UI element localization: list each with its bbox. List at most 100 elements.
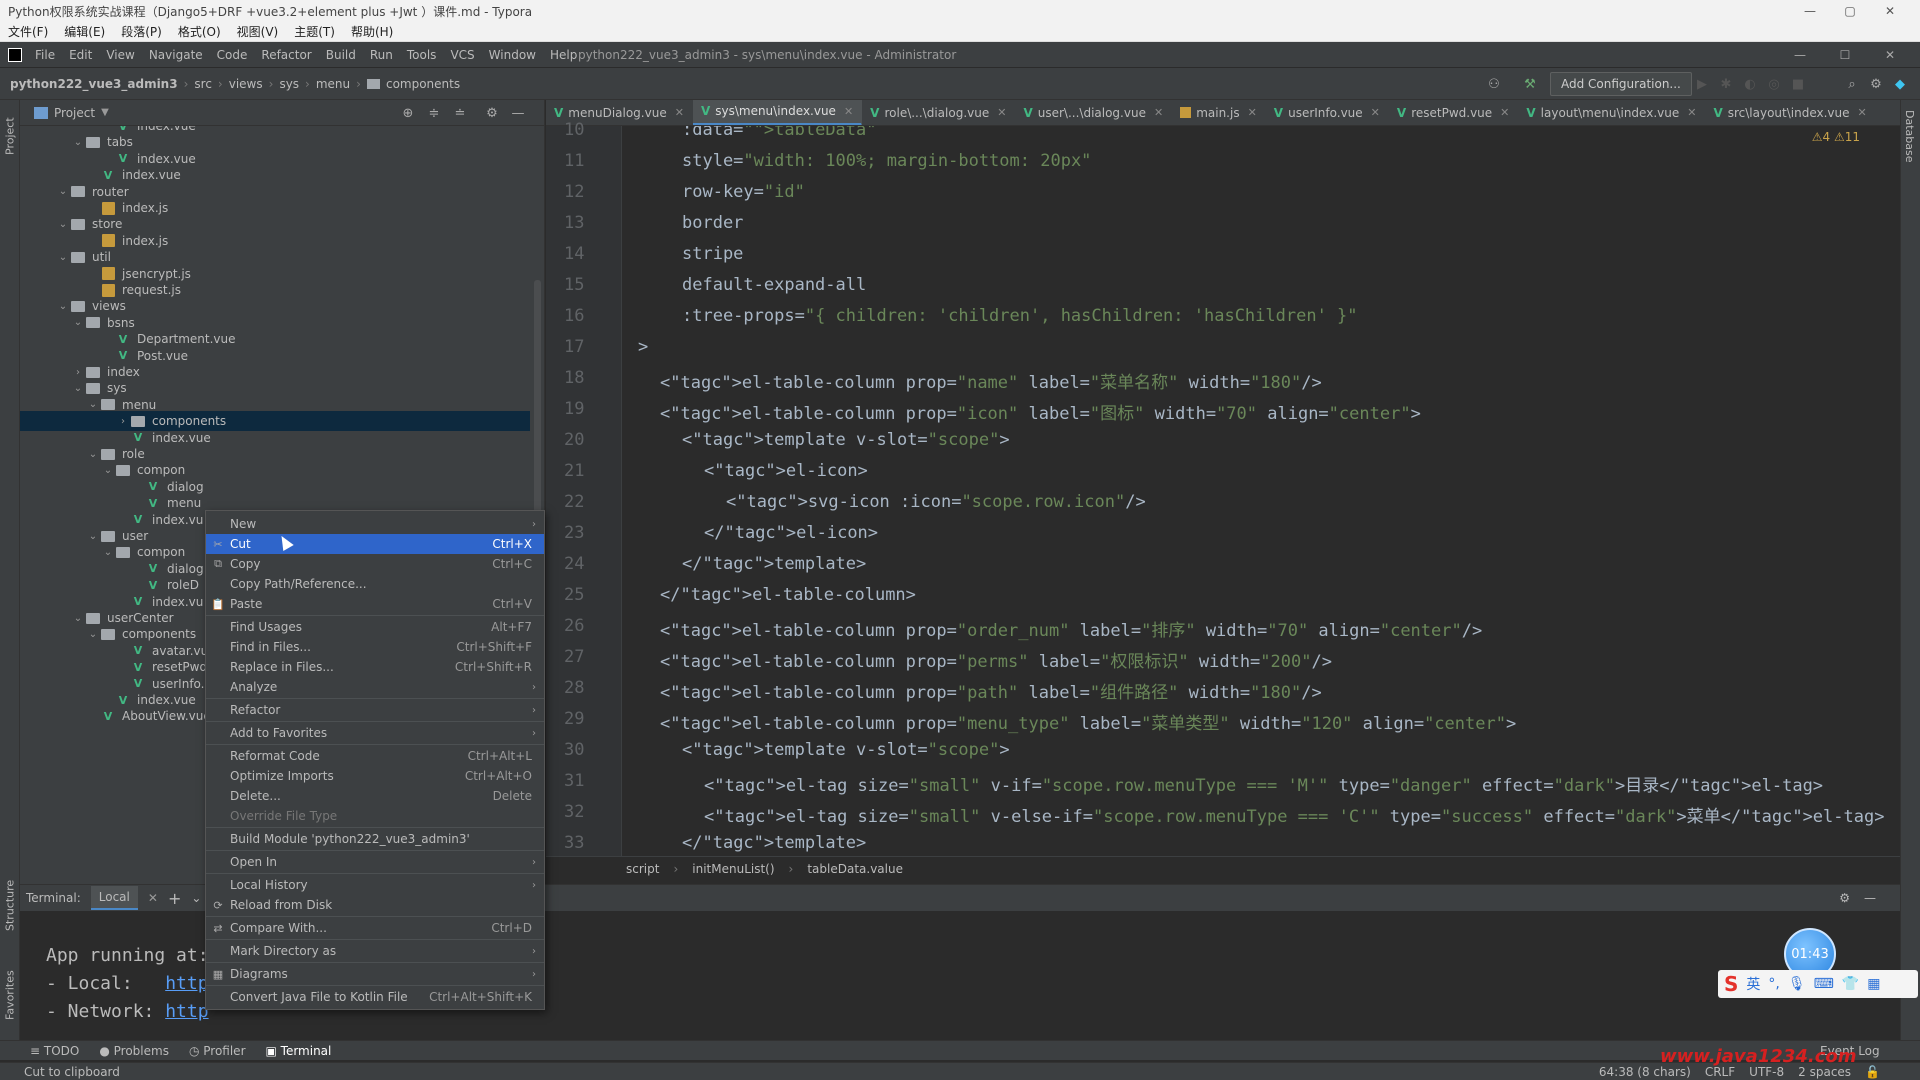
close-tab-icon[interactable]: ✕ xyxy=(1500,106,1509,119)
context-menu-item-reformat-code[interactable]: Reformat Code Ctrl+Alt+L xyxy=(206,746,544,766)
editor-tab[interactable]: main.js ✕ xyxy=(1172,100,1266,125)
profile-icon[interactable]: ◎ xyxy=(1764,74,1784,94)
chevron-down-icon[interactable]: ⌄ xyxy=(71,383,85,394)
inspection-warnings[interactable]: ⚠4 ⚠11 xyxy=(1812,130,1860,144)
microphone-icon[interactable]: 🎙 xyxy=(1788,976,1806,992)
editor-tab[interactable]: VresetPwd.vue ✕ xyxy=(1389,100,1518,125)
context-menu-item-optimize-imports[interactable]: Optimize Imports Ctrl+Alt+O xyxy=(206,766,544,786)
menu-item-view[interactable]: View xyxy=(99,48,141,62)
context-menu-item-diagrams[interactable]: ▦ Diagrams › xyxy=(206,964,544,984)
chevron-down-icon[interactable]: ⌄ xyxy=(56,186,70,197)
project-label[interactable]: Project xyxy=(54,106,95,120)
code-line[interactable]: <"tagc">el-icon> xyxy=(704,461,868,481)
chevron-right-icon[interactable]: › xyxy=(71,367,85,378)
add-configuration-button[interactable]: Add Configuration... xyxy=(1550,72,1692,96)
keyboard-icon[interactable]: ⌨ xyxy=(1814,976,1834,992)
toolbox-grid-icon[interactable]: ▦ xyxy=(1867,976,1880,992)
context-menu-item-build-module-python222-vue3-admin3[interactable]: Build Module 'python222_vue3_admin3' xyxy=(206,829,544,849)
code-line[interactable]: <"tagc">template v-slot="scope"> xyxy=(682,430,1010,450)
code-line[interactable]: :data="">tableData" xyxy=(682,126,877,140)
menu-item-build[interactable]: Build xyxy=(319,48,363,62)
code-line[interactable]: style="width: 100%; margin-bottom: 20px" xyxy=(682,151,1091,171)
context-menu-item-find-usages[interactable]: Find Usages Alt+F7 xyxy=(206,617,544,637)
code-line[interactable]: default-expand-all xyxy=(682,275,866,295)
code-breadcrumb-item[interactable]: script xyxy=(626,862,659,876)
context-menu-item-local-history[interactable]: Local History › xyxy=(206,875,544,895)
chevron-down-icon[interactable]: ⌄ xyxy=(86,449,100,460)
menu-item-code[interactable]: Code xyxy=(210,48,255,62)
menu-item-run[interactable]: Run xyxy=(363,48,400,62)
close-tab-icon[interactable]: ✕ xyxy=(1858,106,1867,119)
bottom-tab-todo[interactable]: ≡ TODO xyxy=(30,1044,79,1058)
minimize-icon[interactable]: — xyxy=(1790,0,1830,22)
code-line[interactable]: <"tagc">el-table-column prop="path" labe… xyxy=(660,678,1322,703)
chevron-down-icon[interactable]: ⌄ xyxy=(86,531,100,542)
context-menu-item-analyze[interactable]: Analyze › xyxy=(206,677,544,697)
toolbox-icon[interactable]: ◆ xyxy=(1890,74,1910,94)
expand-all-icon[interactable]: ≑ xyxy=(424,103,444,123)
editor-tab[interactable]: Vlayout\menu\index.vue ✕ xyxy=(1518,100,1705,125)
ide-close-icon[interactable]: ✕ xyxy=(1870,42,1910,68)
chevron-down-icon[interactable]: ⌄ xyxy=(86,399,100,410)
context-menu-item-copy[interactable]: ⧉ Copy Ctrl+C xyxy=(206,554,544,574)
chevron-down-icon[interactable]: ⌄ xyxy=(71,137,85,148)
close-tab-icon[interactable]: ✕ xyxy=(675,106,684,119)
typora-menu-item[interactable]: 格式(O) xyxy=(170,23,229,40)
network-url-link[interactable]: http xyxy=(165,1001,208,1022)
code-breadcrumb-item[interactable]: initMenuList() xyxy=(692,862,774,876)
code-line[interactable]: :tree-props="{ children: 'children', has… xyxy=(682,306,1358,326)
code-line[interactable]: </"tagc">template> xyxy=(682,554,866,574)
ide-maximize-icon[interactable]: ☐ xyxy=(1825,42,1865,68)
code-line[interactable]: <"tagc">el-tag size="small" v-if="scope.… xyxy=(704,771,1823,796)
menu-item-navigate[interactable]: Navigate xyxy=(142,48,210,62)
code-line[interactable]: <"tagc">el-table-column prop="icon" labe… xyxy=(660,399,1421,424)
hide-icon[interactable]: — xyxy=(508,103,528,123)
lock-icon[interactable]: 🔓 xyxy=(1865,1065,1880,1079)
code-line[interactable]: <"tagc">el-table-column prop="menu_type"… xyxy=(660,709,1516,734)
code-line[interactable]: border xyxy=(682,213,743,233)
context-menu-item-replace-in-files[interactable]: Replace in Files... Ctrl+Shift+R xyxy=(206,657,544,677)
breadcrumb-item[interactable]: menu xyxy=(316,77,350,91)
chevron-down-icon[interactable]: ⌄ xyxy=(56,301,70,312)
menu-item-window[interactable]: Window xyxy=(482,48,543,62)
menu-item-edit[interactable]: Edit xyxy=(62,48,99,62)
gear-icon[interactable]: ⚙ xyxy=(482,103,502,123)
code-line[interactable]: </"tagc">el-icon> xyxy=(704,523,878,543)
editor-tab[interactable]: Vsrc\layout\index.vue ✕ xyxy=(1705,100,1875,125)
typora-menu-item[interactable]: 段落(P) xyxy=(113,23,170,40)
code-line[interactable]: stripe xyxy=(682,244,743,264)
code-breadcrumb-item[interactable]: tableData.value xyxy=(807,862,903,876)
editor-tab[interactable]: Vuser\...\dialog.vue ✕ xyxy=(1015,100,1172,125)
editor-tab[interactable]: Vrole\...\dialog.vue ✕ xyxy=(862,100,1015,125)
menu-item-refactor[interactable]: Refactor xyxy=(254,48,318,62)
context-menu-item-new[interactable]: New › xyxy=(206,514,544,534)
code-line[interactable]: > xyxy=(638,337,648,357)
close-tab-icon[interactable]: ✕ xyxy=(844,105,853,118)
close-tab-icon[interactable]: ✕ xyxy=(1371,106,1380,119)
punctuation-icon[interactable]: °, xyxy=(1768,976,1779,992)
ide-minimize-icon[interactable]: — xyxy=(1780,42,1820,68)
chevron-down-icon[interactable]: ▼ xyxy=(101,107,109,118)
project-tool-tab[interactable]: Project xyxy=(2,106,18,166)
search-icon[interactable]: ⌕ xyxy=(1842,74,1862,94)
context-menu-item-refactor[interactable]: Refactor › xyxy=(206,700,544,720)
code-line[interactable]: <"tagc">svg-icon :icon="scope.row.icon"/… xyxy=(726,492,1146,512)
code-line[interactable]: <"tagc">el-tag size="small" v-else-if="s… xyxy=(704,802,1884,827)
structure-tool-tab[interactable]: Structure xyxy=(2,870,18,940)
close-tab-icon[interactable]: ✕ xyxy=(1248,106,1257,119)
code-line[interactable]: </"tagc">template> xyxy=(682,833,866,853)
menu-item-file[interactable]: File xyxy=(28,48,62,62)
close-tab-icon[interactable]: ✕ xyxy=(1154,106,1163,119)
maximize-icon[interactable]: ▢ xyxy=(1830,0,1870,22)
close-tab-icon[interactable]: ✕ xyxy=(148,891,158,905)
terminal-settings-icon[interactable]: ⚙ xyxy=(1839,891,1850,905)
bottom-tab-terminal[interactable]: ▣ Terminal xyxy=(266,1044,332,1058)
terminal-tab-local[interactable]: Local xyxy=(90,886,138,910)
context-menu-item-reload-from-disk[interactable]: ⟳ Reload from Disk xyxy=(206,895,544,915)
typora-menu-item[interactable]: 帮助(H) xyxy=(343,23,401,40)
debug-icon[interactable]: ✱ xyxy=(1716,74,1736,94)
breadcrumb-item[interactable]: components xyxy=(386,77,460,91)
breadcrumb-item[interactable]: python222_vue3_admin3 xyxy=(10,77,178,91)
chevron-down-icon[interactable]: ⌄ xyxy=(101,547,115,558)
chevron-down-icon[interactable]: ⌄ xyxy=(56,219,70,230)
